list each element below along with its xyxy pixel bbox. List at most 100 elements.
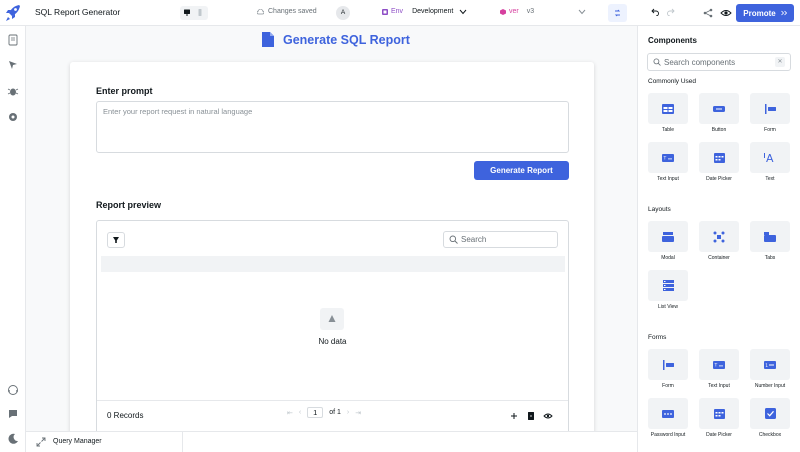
component-text-input[interactable]: T Text Input: [699, 349, 739, 389]
query-manager-bar[interactable]: Query Manager: [26, 431, 637, 452]
component-label: Button: [711, 127, 727, 133]
components-search[interactable]: Search components ✕: [647, 53, 791, 71]
save-status-text: Changes saved: [268, 8, 317, 15]
theme-moon-icon[interactable]: [7, 433, 19, 445]
component-list-view[interactable]: List View: [648, 270, 688, 310]
svg-text:T: T: [714, 362, 718, 368]
mobile-icon[interactable]: [197, 9, 203, 16]
download-icon[interactable]: [526, 411, 536, 421]
device-toggle[interactable]: [180, 6, 208, 20]
inspector-icon[interactable]: [7, 59, 19, 71]
text-input-icon: T: [713, 360, 725, 369]
components-title: Components: [648, 36, 697, 45]
avatar[interactable]: A: [336, 6, 350, 20]
next-page-icon[interactable]: ›: [347, 409, 349, 416]
search-icon: [653, 58, 661, 66]
container-icon: [713, 231, 725, 242]
component-container[interactable]: Container: [699, 221, 739, 261]
password-input-icon: [662, 409, 674, 418]
pagination: ⇤ ‹ 1 of 1 › ⇥: [287, 407, 361, 418]
env-value: Development: [412, 8, 454, 15]
component-modal[interactable]: Modal: [648, 221, 688, 261]
component-text[interactable]: A Text: [750, 142, 790, 182]
prompt-field[interactable]: [96, 101, 569, 153]
warning-triangle-icon: [328, 315, 336, 322]
save-status: Changes saved: [257, 8, 317, 15]
component-form[interactable]: Form: [648, 349, 688, 389]
preview-eye-icon[interactable]: [719, 6, 733, 20]
document-icon: [262, 32, 274, 47]
component-tabs[interactable]: Tabs: [750, 221, 790, 261]
page-number-input[interactable]: 1: [307, 407, 324, 418]
rocket-logo-icon[interactable]: [5, 4, 21, 22]
component-label: Checkbox: [758, 432, 782, 438]
chevron-down-icon[interactable]: [578, 9, 586, 15]
sync-button[interactable]: [608, 4, 627, 22]
expand-icon[interactable]: [36, 437, 46, 447]
pages-icon[interactable]: [7, 34, 19, 46]
component-label: Tabs: [764, 255, 776, 261]
sync-icon: [614, 9, 621, 17]
calendar-icon: [713, 153, 725, 163]
settings-gear-icon[interactable]: [7, 111, 19, 123]
button-icon: [713, 105, 725, 112]
last-page-icon[interactable]: ⇥: [355, 409, 361, 417]
calendar-icon: [713, 409, 725, 419]
filter-button[interactable]: [107, 232, 125, 248]
page-of-text: of 1: [329, 409, 341, 416]
list-view-icon: [662, 280, 674, 291]
table-footer: 0 Records ⇤ ‹ 1 of 1 › ⇥: [97, 400, 568, 430]
table-header-row: [101, 256, 565, 272]
components-panel: Components Search components ✕ Commonly …: [637, 26, 800, 452]
component-text-input[interactable]: T Text Input: [648, 142, 688, 182]
table-search[interactable]: Search: [443, 231, 558, 248]
empty-state-text: No data: [318, 337, 347, 346]
component-checkbox[interactable]: Checkbox: [750, 398, 790, 438]
component-number-input[interactable]: 1 Number Input: [750, 349, 790, 389]
component-label: List View: [658, 304, 678, 310]
component-button[interactable]: Button: [699, 93, 739, 133]
desktop-icon[interactable]: [184, 9, 190, 16]
top-bar: SQL Report Generator Changes saved A Env…: [0, 0, 800, 26]
prompt-input[interactable]: [97, 102, 568, 152]
component-date-picker[interactable]: Date Picker: [699, 142, 739, 182]
page-header: Generate SQL Report: [261, 31, 410, 48]
svg-text:T: T: [663, 155, 667, 161]
undo-icon[interactable]: [651, 8, 659, 16]
divider: [182, 432, 183, 452]
redo-icon[interactable]: [667, 8, 675, 16]
component-password-input[interactable]: Password Input: [648, 398, 688, 438]
ver-tag: ver: [509, 8, 519, 15]
share-icon[interactable]: [701, 6, 715, 20]
app-name[interactable]: SQL Report Generator: [35, 7, 120, 17]
search-icon: [449, 235, 458, 244]
chevron-down-icon[interactable]: [459, 9, 467, 15]
environment-selector[interactable]: Env Development: [382, 8, 453, 15]
components-search-placeholder: Search components: [664, 57, 736, 67]
section-title-commonly-used: Commonly Used: [648, 78, 697, 85]
component-table[interactable]: Table: [648, 93, 688, 133]
column-visibility-icon[interactable]: [543, 411, 553, 421]
promote-button[interactable]: Promote: [736, 4, 794, 22]
component-form[interactable]: Form: [750, 93, 790, 133]
report-table: Search No data 0 Records ⇤ ‹ 1 of 1 › ⇥: [96, 220, 569, 431]
component-date-picker[interactable]: Date Picker: [699, 398, 739, 438]
env-tag: Env: [391, 8, 404, 15]
page-title: Generate SQL Report: [283, 32, 410, 47]
add-row-icon[interactable]: [509, 411, 519, 421]
component-label: Text: [765, 176, 775, 182]
first-page-icon[interactable]: ⇤: [287, 409, 293, 417]
query-manager-label: Query Manager: [53, 438, 102, 445]
support-chat-icon[interactable]: [7, 384, 19, 396]
prev-page-icon[interactable]: ‹: [299, 409, 301, 416]
generate-report-button[interactable]: Generate Report: [474, 161, 569, 180]
component-label: Date Picker: [706, 432, 732, 438]
clear-search-icon[interactable]: ✕: [775, 57, 785, 67]
report-card: Enter prompt Generate Report Report prev…: [70, 62, 594, 431]
section-title-forms: Forms: [648, 334, 667, 341]
version-selector[interactable]: ver v3: [500, 8, 534, 15]
comments-icon[interactable]: [7, 408, 19, 420]
svg-text:A: A: [766, 152, 774, 163]
section-title-layouts: Layouts: [648, 206, 671, 213]
debugger-icon[interactable]: [7, 85, 19, 97]
